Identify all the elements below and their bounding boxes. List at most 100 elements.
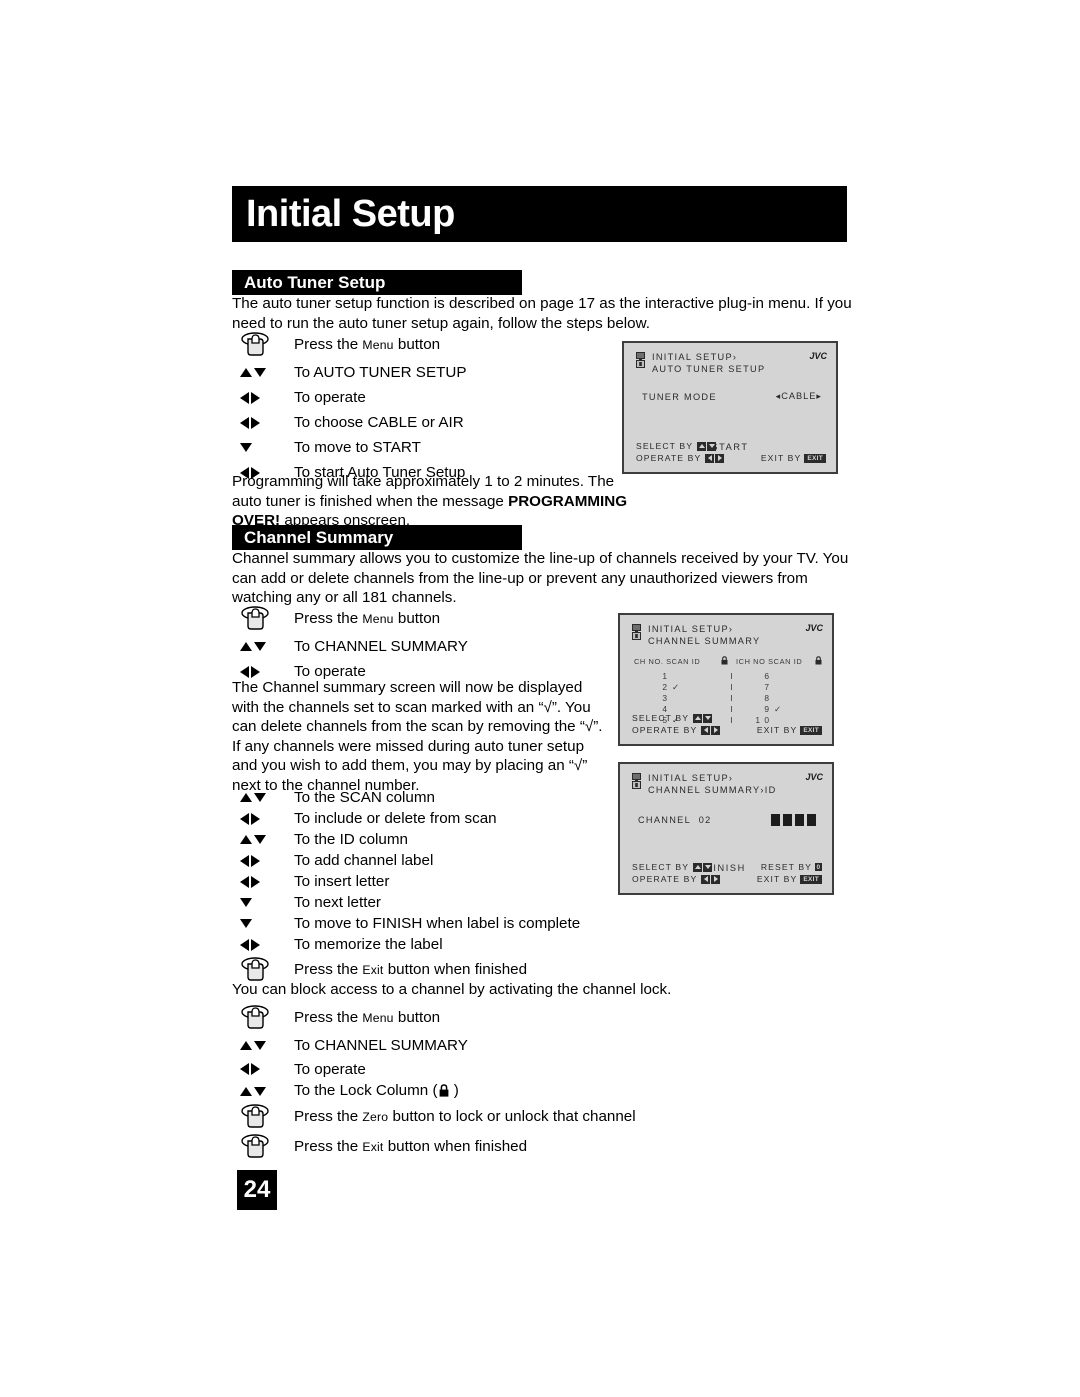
- left-right-arrows-icon: [232, 854, 294, 867]
- table-row[interactable]: 1 I6: [634, 670, 822, 681]
- channel-summary-step-list-2: To the SCAN column To include or delete …: [232, 787, 580, 985]
- table-cell-right[interactable]: I7: [728, 682, 822, 692]
- up-down-keypad-icon: [693, 862, 713, 872]
- left-right-arrows-icon: [232, 391, 294, 404]
- step-label: To move to START: [294, 439, 421, 456]
- step-add-channel-label: To add channel label: [232, 850, 580, 871]
- operate-label: OPERATE BY: [636, 453, 702, 463]
- tv-monitor-icon: [632, 624, 641, 642]
- section-title: Auto Tuner Setup: [244, 273, 386, 292]
- step-to-lock-column: To the Lock Column ( ): [232, 1080, 636, 1102]
- exit-label: EXIT BY: [760, 453, 802, 463]
- left-right-arrows-icon: [232, 416, 294, 429]
- channel-label-input-blocks[interactable]: [771, 814, 816, 826]
- hand-press-button-icon: [232, 1104, 294, 1130]
- up-down-arrows-icon: [232, 642, 294, 651]
- step-label: Press the Exit button when finished: [294, 1138, 528, 1155]
- channel-number: 2: [662, 681, 668, 692]
- table-header-right: ICH NO SCAN ID: [728, 656, 822, 667]
- lock-icon: [815, 656, 822, 667]
- left-right-arrows-icon: [232, 812, 294, 825]
- manual-page: Initial Setup Auto Tuner Setup The auto …: [0, 0, 1080, 1397]
- jvc-logo: JVC: [805, 772, 823, 782]
- table-cell-right[interactable]: I6: [728, 671, 822, 681]
- exit-key-icon: EXIT: [804, 453, 826, 463]
- step-press-zero: Press the Zero button to lock or unlock …: [232, 1102, 636, 1132]
- osd-header: INITIAL SETUP› CHANNEL SUMMARY: [632, 624, 760, 647]
- left-right-keypad-icon: [701, 874, 721, 884]
- chapter-title-bar: Initial Setup: [232, 186, 847, 242]
- hand-press-button-icon: [232, 606, 294, 632]
- step-insert-letter: To insert letter: [232, 871, 580, 892]
- up-down-arrows-icon: [232, 1041, 294, 1050]
- table-cell-left[interactable]: 2 ✓: [634, 682, 728, 692]
- step-press-menu: Press the Menu button: [232, 604, 468, 634]
- reset-label: RESET BY: [760, 862, 812, 872]
- step-label: To AUTO TUNER SETUP: [294, 364, 467, 381]
- column-header-label: ICH NO SCAN ID: [736, 657, 803, 666]
- jvc-logo: JVC: [805, 623, 823, 633]
- left-right-arrows-icon: [232, 938, 294, 951]
- select-label: SELECT BY: [632, 713, 690, 723]
- osd-header: INITIAL SETUP› CHANNEL SUMMARY›ID: [632, 773, 777, 796]
- osd-header-line-1: INITIAL SETUP›: [648, 624, 734, 634]
- channel-number: 6: [764, 670, 770, 681]
- step-next-letter: To next letter: [232, 892, 580, 913]
- table-row[interactable]: 3 I8: [634, 692, 822, 703]
- left-right-keypad-icon: [705, 453, 725, 463]
- table-header-left: CH NO. SCAN ID: [634, 656, 728, 667]
- step-label: To the Lock Column ( ): [294, 1081, 459, 1102]
- auto-tuner-intro-paragraph: The auto tuner setup function is describ…: [232, 295, 852, 332]
- tv-monitor-icon: [636, 352, 645, 370]
- hand-press-button-icon: [232, 1134, 294, 1160]
- step-choose-cable-or-air: To choose CABLE or AIR: [232, 410, 466, 435]
- channel-id-row[interactable]: CHANNEL 02: [638, 814, 816, 826]
- zero-key-icon: 0: [815, 863, 822, 871]
- step-include-or-delete-from-scan: To include or delete from scan: [232, 808, 580, 829]
- tuner-mode-label: TUNER MODE: [642, 391, 717, 402]
- table-row[interactable]: 2 ✓ I7: [634, 681, 822, 692]
- up-down-keypad-icon: [693, 713, 713, 723]
- osd-header-line-1: INITIAL SETUP›: [648, 773, 734, 783]
- table-cell-left[interactable]: 1: [634, 671, 728, 681]
- channel-number: 3: [662, 692, 668, 703]
- right-chevron-icon[interactable]: ▸: [816, 391, 822, 401]
- table-cell-right[interactable]: I8: [728, 693, 822, 703]
- step-label: To include or delete from scan: [294, 810, 497, 827]
- left-right-keypad-icon: [701, 725, 721, 735]
- step-to-auto-tuner-setup: To AUTO TUNER SETUP: [232, 360, 466, 385]
- osd-footer-select-row: SELECT BY RESET BY 0: [632, 861, 822, 873]
- step-label: To move to FINISH when label is complete: [294, 915, 581, 932]
- channel-number: 1: [662, 670, 668, 681]
- step-label: To operate: [294, 1060, 366, 1078]
- step-label: To memorize the label: [294, 936, 443, 953]
- step-label: To CHANNEL SUMMARY: [294, 1037, 468, 1054]
- column-separator: I: [730, 692, 734, 703]
- channel-number: 7: [764, 681, 770, 692]
- osd-footer-operate-row: OPERATE BY EXIT BY EXIT: [636, 452, 826, 464]
- osd-footer: SELECT BY OPERATE BY EXIT BY EXIT: [632, 712, 822, 736]
- column-separator: I: [730, 670, 734, 681]
- osd-header-line-2: CHANNEL SUMMARY›ID: [648, 784, 777, 795]
- osd-panel-channel-summary: INITIAL SETUP› CHANNEL SUMMARY JVC CH NO…: [618, 613, 834, 746]
- step-move-to-finish: To move to FINISH when label is complete: [232, 913, 580, 934]
- channel-summary-body-paragraph: The Channel summary screen will now be d…: [232, 679, 603, 794]
- tuner-mode-value-text: CABLE: [781, 391, 817, 401]
- osd-tuner-mode-row[interactable]: TUNER MODE ◂CABLE▸: [642, 391, 822, 402]
- left-right-arrows-icon: [232, 1063, 294, 1075]
- osd-footer-operate-row: OPERATE BY EXIT BY EXIT: [632, 873, 822, 885]
- step-label: Press the Menu button: [294, 610, 441, 627]
- operate-label: OPERATE BY: [632, 874, 698, 884]
- down-arrow-icon: [232, 898, 294, 907]
- column-separator: I: [730, 681, 734, 692]
- step-to-channel-summary: To CHANNEL SUMMARY: [232, 1033, 636, 1058]
- osd-header-line-2: AUTO TUNER SETUP: [652, 363, 766, 374]
- down-arrow-icon: [232, 919, 294, 928]
- step-label: To the SCAN column: [294, 789, 435, 806]
- osd-footer-select-row: SELECT BY: [632, 712, 822, 724]
- up-down-arrows-icon: [232, 793, 294, 802]
- osd-panel-auto-tuner-setup: INITIAL SETUP› AUTO TUNER SETUP JVC TUNE…: [622, 341, 838, 474]
- osd-footer: SELECT BY RESET BY 0 OPERATE BY EXIT BY …: [632, 861, 822, 885]
- tuner-mode-value[interactable]: ◂CABLE▸: [776, 391, 822, 402]
- table-cell-left[interactable]: 3: [634, 693, 728, 703]
